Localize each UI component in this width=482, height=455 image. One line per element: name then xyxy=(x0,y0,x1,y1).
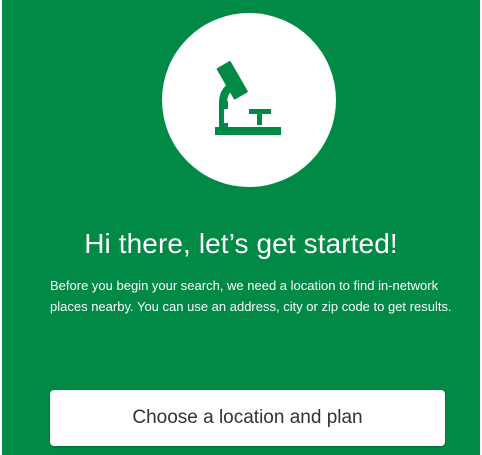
microscope-icon xyxy=(215,61,281,135)
choose-location-button[interactable]: Choose a location and plan xyxy=(50,390,445,446)
get-started-panel: Hi there, let’s get started! Before you … xyxy=(2,0,480,455)
page-heading: Hi there, let’s get started! xyxy=(84,228,398,259)
hero-icon-circle xyxy=(162,13,336,187)
intro-description: Before you begin your search, we need a … xyxy=(50,278,452,314)
